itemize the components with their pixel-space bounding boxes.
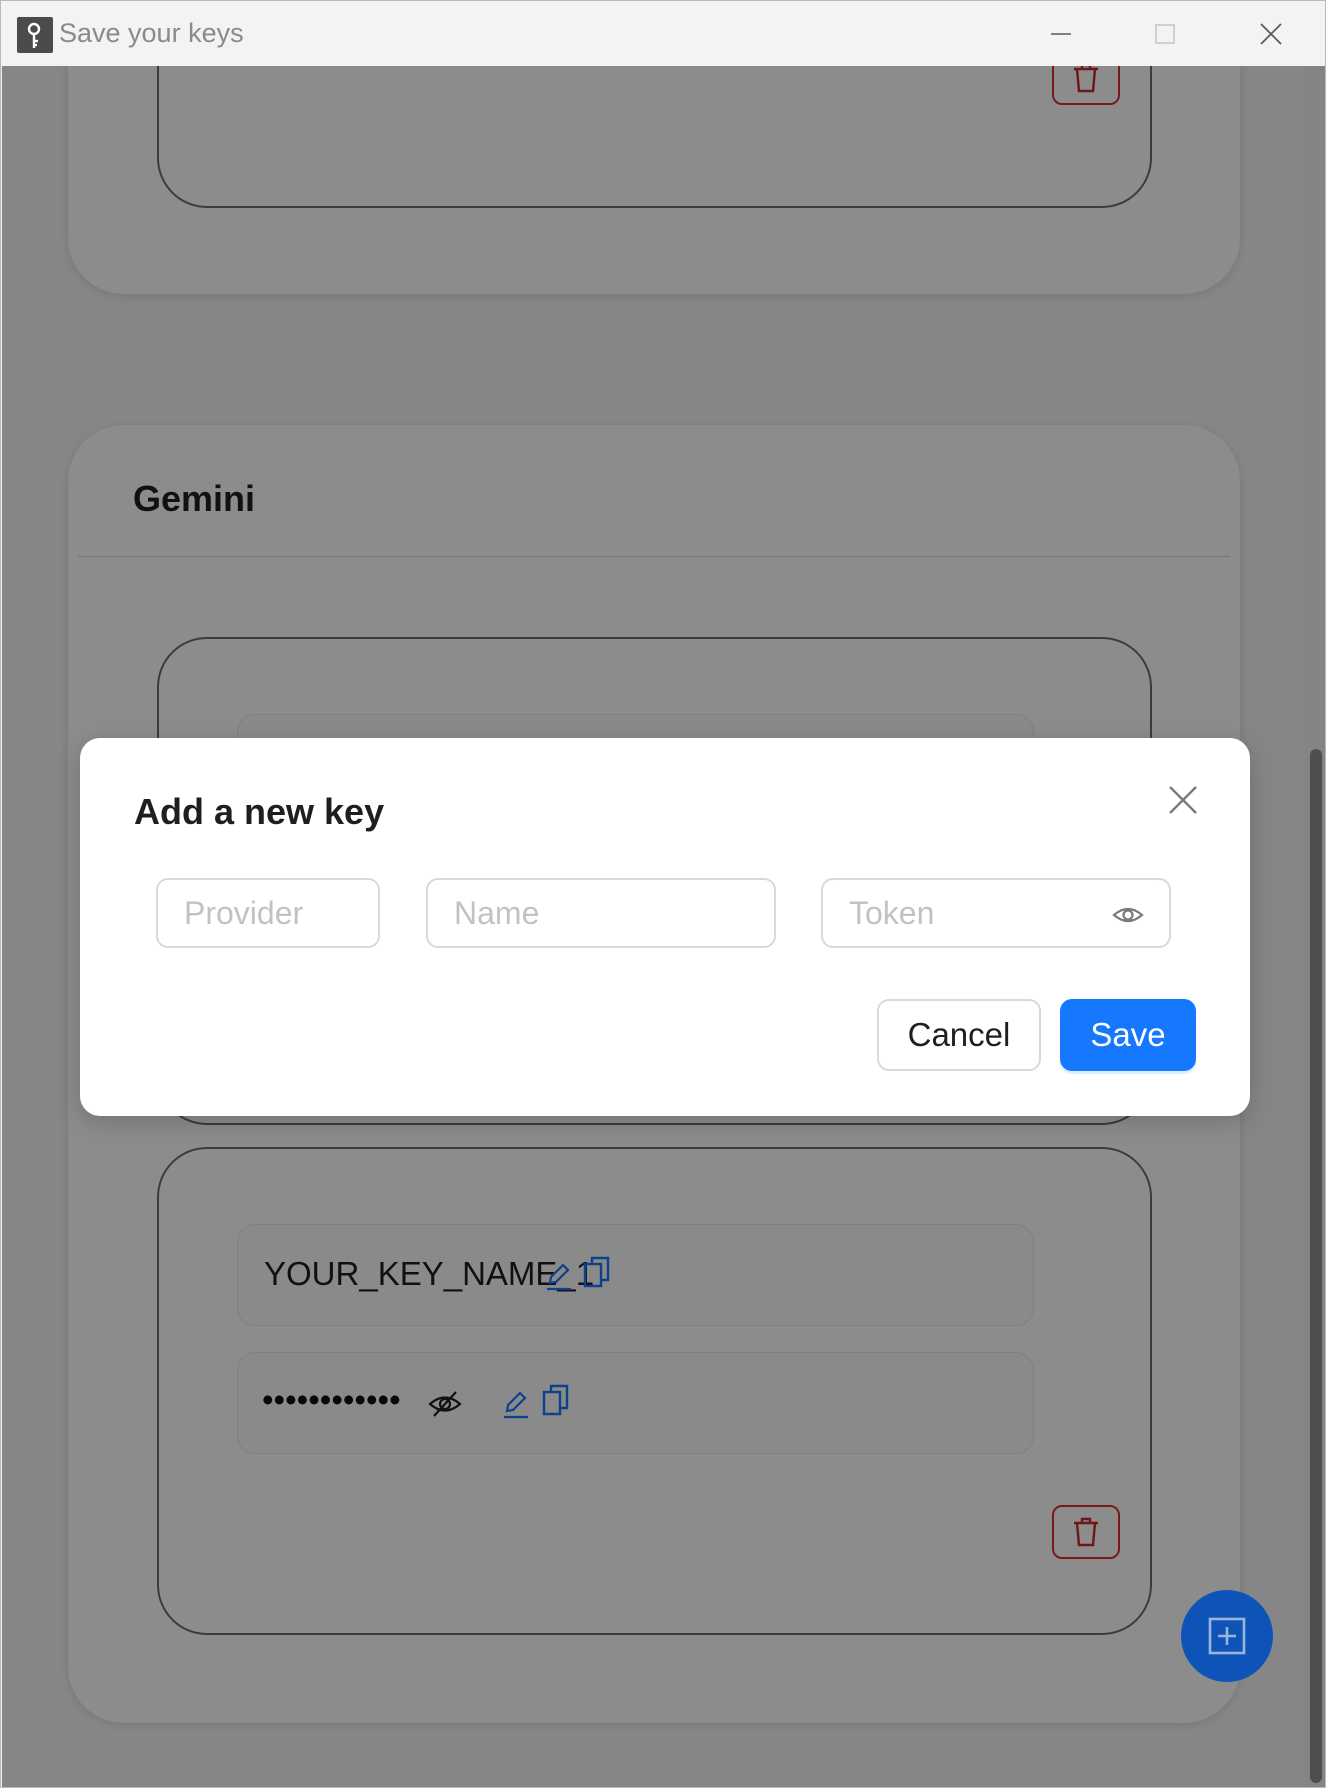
plus-square-icon (1208, 1617, 1246, 1655)
save-button[interactable]: Save (1060, 999, 1196, 1071)
modal-title: Add a new key (134, 791, 385, 832)
title-bar: Save your keys (1, 1, 1325, 66)
toggle-token-visibility-button[interactable] (1111, 898, 1145, 932)
cancel-button[interactable]: Cancel (877, 999, 1041, 1071)
close-icon (1169, 786, 1197, 814)
modal-close-button[interactable] (1163, 780, 1203, 820)
minimize-icon (1051, 32, 1071, 35)
eye-icon (1112, 907, 1144, 923)
close-icon (1260, 22, 1282, 45)
maximize-icon (1155, 23, 1175, 44)
app-window: Save your keys Gemini YOUR_KEY_NAME_1 ••… (0, 0, 1326, 1788)
add-key-fab[interactable] (1181, 1590, 1273, 1682)
name-input-wrapper (426, 878, 776, 948)
minimize-button[interactable] (1009, 1, 1113, 66)
provider-input[interactable] (158, 880, 378, 946)
window-close-button[interactable] (1219, 1, 1323, 66)
token-input-wrapper (821, 878, 1171, 948)
window-title: Save your keys (59, 18, 244, 48)
add-key-modal: Add a new key Cancel Save (80, 738, 1250, 1116)
key-icon (17, 17, 53, 53)
maximize-button[interactable] (1113, 1, 1217, 66)
provider-input-wrapper (156, 878, 380, 948)
name-input[interactable] (428, 880, 774, 946)
